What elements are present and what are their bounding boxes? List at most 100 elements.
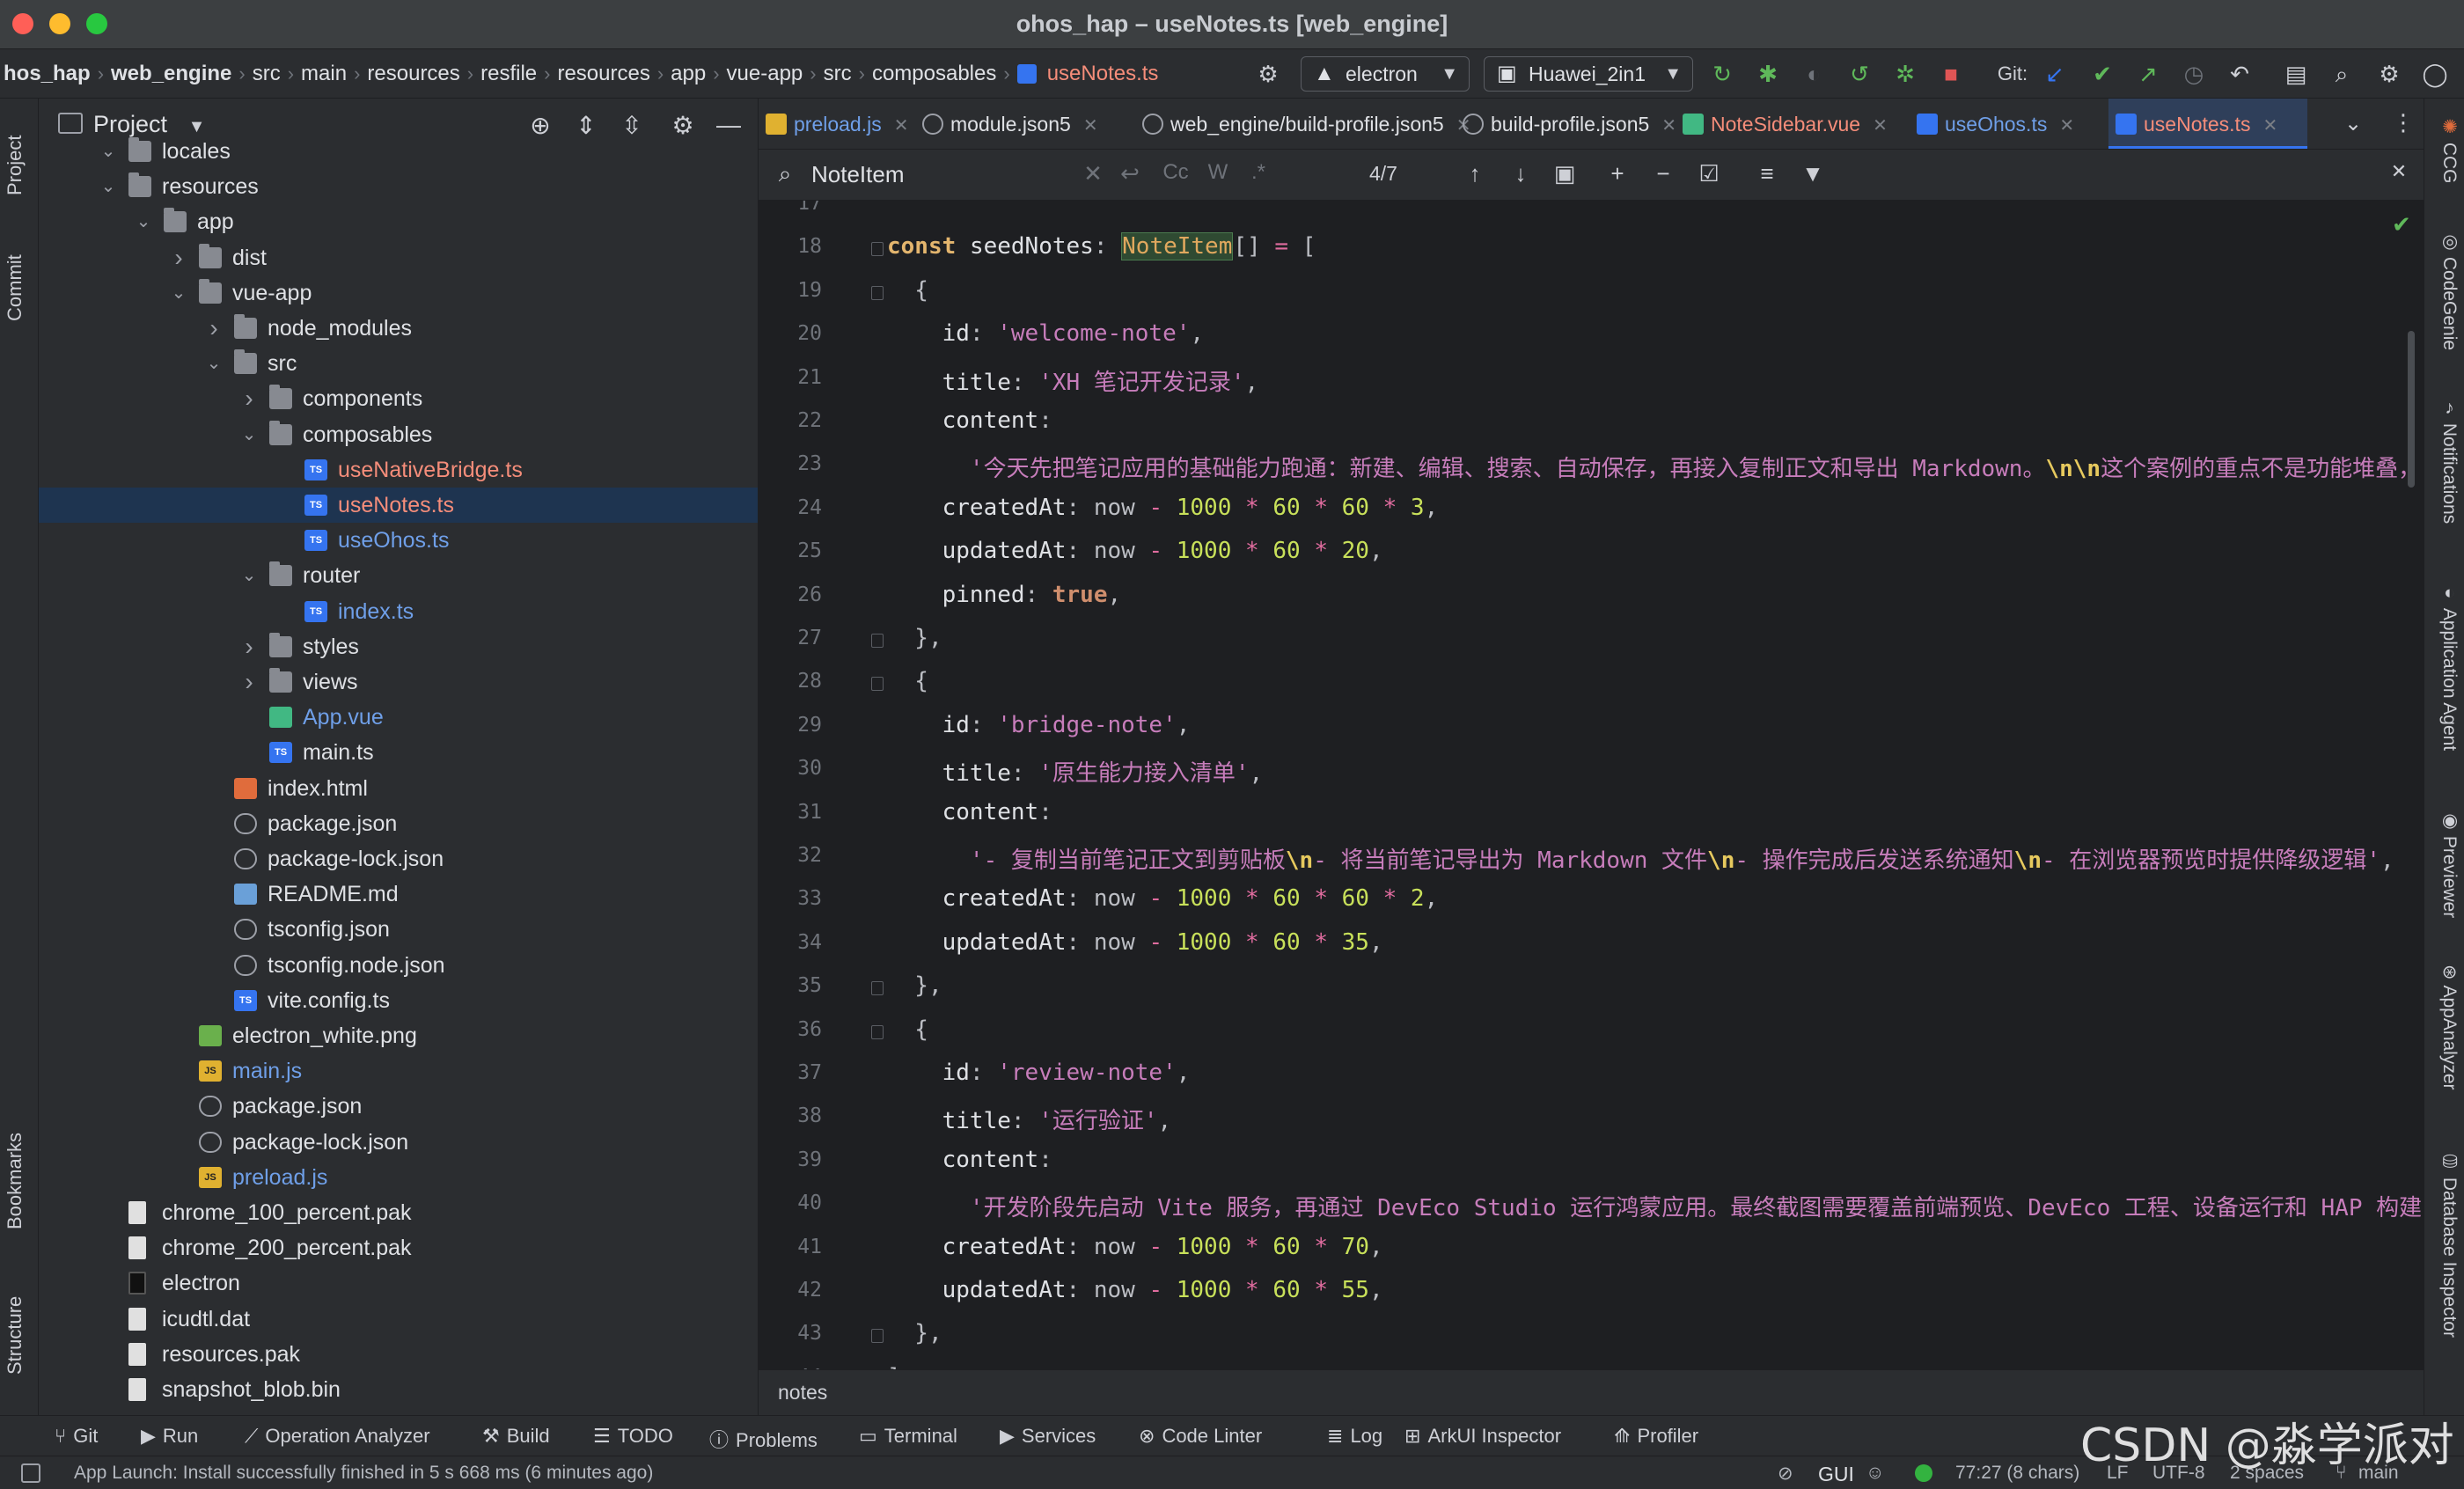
tree-item[interactable]: package.json [39, 1089, 758, 1124]
tree-item[interactable]: index.html [39, 771, 758, 806]
tree-item[interactable]: chrome_200_percent.pak [39, 1230, 758, 1265]
tree-item[interactable]: ⌄ app [39, 204, 758, 239]
add-selection-icon[interactable]: + [1603, 160, 1632, 187]
fold-marker-icon[interactable] [871, 242, 884, 257]
fold-marker-icon[interactable] [871, 677, 884, 692]
tree-item[interactable]: › dist [39, 240, 758, 275]
tree-item[interactable]: › views [39, 664, 758, 700]
run-config-dropdown[interactable]: ▲ electron ▼ [1301, 56, 1470, 92]
settings-gear-icon[interactable]: ⚙ [2376, 62, 2402, 86]
close-find-icon[interactable]: ✕ [2385, 160, 2413, 183]
notifications-tool-tab[interactable]: ♪ Notifications [2430, 398, 2460, 547]
clear-search-icon[interactable]: ✕ [1079, 160, 1107, 187]
caret-position[interactable]: 77:27 (8 chars) [1955, 1463, 2079, 1484]
filter-results-icon[interactable]: ≡ [1753, 160, 1781, 187]
whole-word-toggle[interactable]: W [1204, 160, 1232, 185]
editor-tab[interactable]: useOhos.ts ✕ [1910, 99, 2103, 149]
appanalyzer-tool-tab[interactable]: ⊛ AppAnalyzer [2430, 965, 2460, 1114]
editor-tab[interactable]: module.json5 ✕ [915, 99, 1130, 149]
debug-icon[interactable]: ✱ [1755, 62, 1781, 86]
fold-marker-icon[interactable] [871, 1024, 884, 1039]
search-icon[interactable]: ⌕ [2328, 62, 2355, 86]
editor-tab[interactable]: web_engine/build-profile.json5 ✕ [1135, 99, 1470, 149]
tool-window-git[interactable]: ⑂ Git [55, 1425, 98, 1448]
breadcrumb-item[interactable]: vue-app [723, 62, 807, 86]
tree-item[interactable]: electron [39, 1265, 758, 1301]
filter-icon[interactable]: ▼ [1799, 160, 1827, 187]
project-tool-tab[interactable]: Project [4, 113, 35, 218]
rollback-icon[interactable]: ↶ [2226, 62, 2253, 86]
code-editor[interactable]: 17 18 19 20 21 22 23 24 25 26 27 28 29 30 31 32 33 34 35 36… [759, 201, 2424, 1369]
fold-marker-icon[interactable] [871, 634, 884, 648]
tool-window-terminal[interactable]: ▭ Terminal [859, 1425, 957, 1448]
tree-item[interactable]: ⌄ vue-app [39, 275, 758, 311]
breadcrumb-item[interactable]: web_engine [107, 62, 235, 86]
tree-item[interactable]: tsconfig.node.json [39, 948, 758, 983]
chevron-down-icon[interactable]: ⌄ [134, 204, 153, 239]
fold-marker-icon[interactable] [871, 981, 884, 996]
chevron-right-icon[interactable]: › [204, 311, 224, 346]
tree-item[interactable]: ⌄ resources [39, 169, 758, 204]
database-inspector-tool-tab[interactable]: ⛁ Database Inspector [2430, 1151, 2460, 1362]
status-message[interactable]: App Launch: Install successfully finishe… [74, 1463, 653, 1484]
fold-marker-icon[interactable] [871, 1329, 884, 1344]
structure-tool-tab[interactable]: Structure [4, 1269, 35, 1401]
tool-window-arkui-inspector[interactable]: ⊞ ArkUI Inspector [1404, 1425, 1561, 1448]
chevron-down-icon[interactable]: ⌄ [2344, 111, 2362, 136]
chevron-down-icon[interactable]: ⌄ [239, 558, 259, 593]
tree-item[interactable]: icudtl.dat [39, 1302, 758, 1337]
breadcrumb-item[interactable]: resources [554, 62, 653, 86]
previous-match-icon[interactable]: ↑ [1461, 160, 1489, 187]
remove-selection-icon[interactable]: − [1649, 160, 1677, 187]
previewer-tool-tab[interactable]: ◉ Previewer [2430, 810, 2460, 933]
tree-item[interactable]: ⌄ composables [39, 417, 758, 452]
tree-item[interactable]: ⌄ locales [39, 134, 758, 169]
tree-item[interactable]: JS preload.js [39, 1160, 758, 1195]
tree-item[interactable]: TS index.ts [39, 594, 758, 629]
chevron-right-icon[interactable]: › [169, 240, 188, 275]
commit-tool-tab[interactable]: Commit [4, 239, 35, 336]
tree-item[interactable]: TS useNotes.ts [39, 488, 758, 523]
tree-item[interactable]: App.vue [39, 700, 758, 735]
gui-indicator[interactable]: GUI [1818, 1463, 1854, 1486]
open-in-window-icon[interactable]: ▣ [1551, 160, 1579, 187]
rerun-icon[interactable]: ↻ [1709, 62, 1735, 86]
regex-toggle[interactable]: .* [1244, 160, 1272, 185]
chevron-down-icon[interactable]: ⌄ [169, 275, 188, 311]
target-icon[interactable]: ⚙ [1255, 62, 1281, 86]
tool-window-profiler[interactable]: ⟰ Profiler [1614, 1425, 1698, 1448]
device-dropdown[interactable]: ▣ Huawei_2in1 ▼ [1484, 56, 1693, 92]
breadcrumb-item[interactable]: hos_hap [0, 62, 94, 86]
tree-item[interactable]: › styles [39, 629, 758, 664]
tree-item[interactable]: tsconfig.json [39, 912, 758, 947]
breadcrumb-item[interactable]: src [820, 62, 855, 86]
close-tab-icon[interactable]: ✕ [1661, 116, 1676, 136]
project-structure-icon[interactable]: ▤ [2283, 62, 2309, 86]
chevron-right-icon[interactable]: › [239, 629, 259, 664]
tree-item[interactable]: snapshot_blob.bin [39, 1372, 758, 1407]
chevron-down-icon[interactable]: ⌄ [99, 169, 118, 204]
git-update-icon[interactable]: ↙ [2042, 62, 2068, 86]
editor-scrollbar[interactable] [2408, 331, 2415, 488]
chevron-down-icon[interactable]: ⌄ [204, 346, 224, 381]
account-icon[interactable]: ◯ [2422, 62, 2448, 86]
tree-item[interactable]: package-lock.json [39, 841, 758, 877]
editor-tab[interactable]: preload.js ✕ [759, 99, 910, 149]
git-push-icon[interactable]: ↗ [2135, 62, 2161, 86]
tree-item[interactable]: TS useOhos.ts [39, 523, 758, 558]
tool-window-code-linter[interactable]: ⊗ Code Linter [1139, 1425, 1262, 1448]
tree-item[interactable]: › components [39, 381, 758, 416]
close-tab-icon[interactable]: ✕ [2262, 116, 2277, 136]
attach-debugger-icon[interactable]: ◐ [1800, 62, 1827, 86]
match-case-toggle[interactable]: Cc [1162, 160, 1190, 185]
ccg-tool-tab[interactable]: ✺ CCG [2430, 116, 2460, 213]
tool-window-log[interactable]: ≣ Log [1327, 1425, 1382, 1448]
apply-changes-icon[interactable]: ↺ [1846, 62, 1873, 86]
editor-tab[interactable]: useNotes.ts ✕ [2108, 99, 2307, 149]
git-commit-icon[interactable]: ✔ [2089, 62, 2116, 86]
history-icon[interactable]: ◷ [2181, 62, 2207, 86]
new-line-icon[interactable]: ↩ [1116, 160, 1144, 187]
close-tab-icon[interactable]: ✕ [1873, 116, 1888, 136]
tree-item[interactable]: TS main.ts [39, 735, 758, 770]
select-all-occurrences-icon[interactable]: ☑ [1695, 160, 1723, 187]
